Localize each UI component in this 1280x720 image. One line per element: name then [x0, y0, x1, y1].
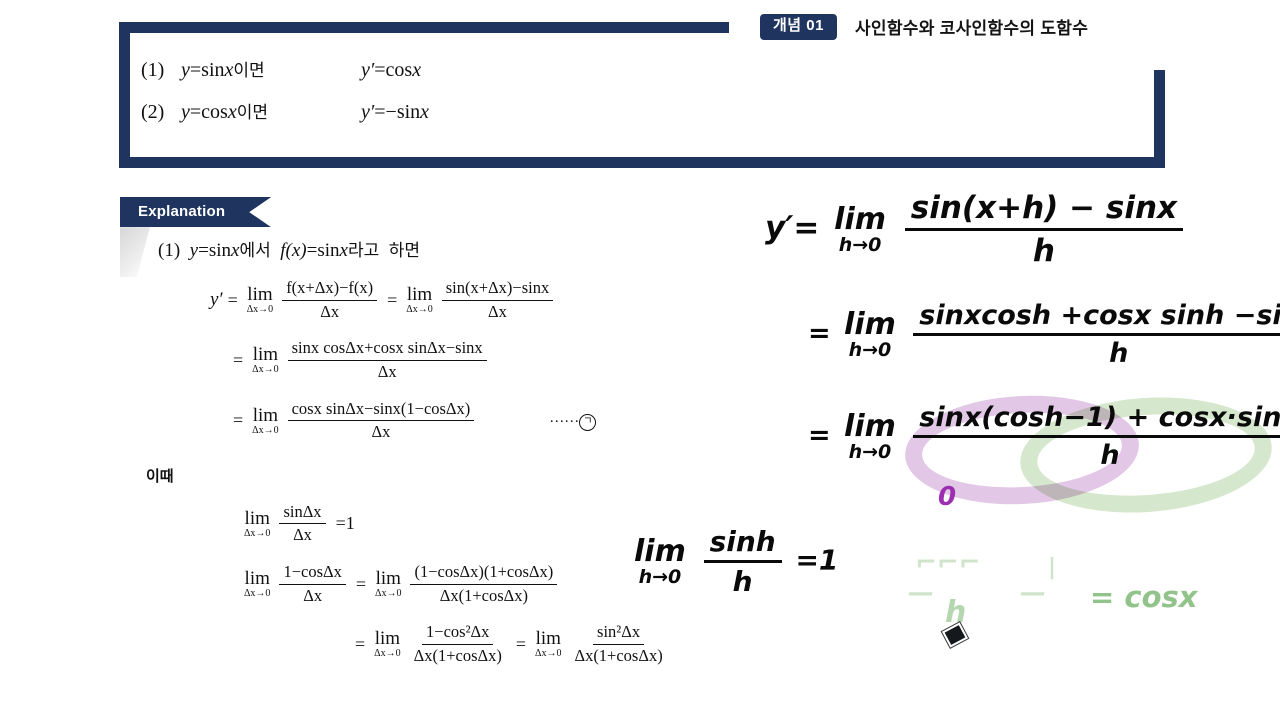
limit-operator: lim Δx→0 [244, 507, 271, 539]
fraction: sinx cosΔx+cosx sinΔx−sinx Δx [287, 338, 487, 382]
handwriting-line-3-lhs: = [808, 420, 831, 451]
limit-operator: lim Δx→0 [244, 568, 271, 600]
formula-box: (1) y=sinx이면 y′=cosx (2) y=cosx이면 y′=−si… [119, 22, 1165, 168]
equation-row-1: y′ = lim Δx→0 f(x+Δx)−f(x) Δx = lim Δx→0… [210, 278, 770, 322]
handwriting-line-1: y′= lim h→0 sin(x+h) − sinx h [765, 190, 1187, 269]
handwriting-line-1-lhs: y′= [765, 210, 820, 246]
handwriting-fraction-2: sinxcosh +cosx sinh −sinx h [913, 300, 1280, 369]
formula-row-2-lhs: y=cosx이면 [181, 101, 269, 123]
formula-row-2-rhs: y′=−sinx [361, 101, 430, 123]
formula-row-1-lhs: y=sinx이면 [181, 59, 265, 81]
purple-zero-note: 0 [938, 482, 957, 512]
handwriting-fraction-1: sin(x+h) − sinx h [904, 190, 1184, 269]
formula-box-left-bar [119, 22, 130, 168]
faded-handwriting-stroke-c: — [1020, 578, 1046, 608]
banner-shadow [120, 227, 150, 278]
reference-mark: …… ㄱ [549, 410, 597, 432]
equation-row-2: = lim Δx→0 sinx cosΔx+cosx sinΔx−sinx Δx [228, 338, 770, 382]
handwriting-limit-2: lim h→0 [844, 306, 896, 361]
fraction: (1−cosΔx)(1+cosΔx) Δx(1+cosΔx) [410, 562, 558, 606]
explanation-body: (1) y=sinx에서 f(x)=sinx라고 하면 y′ = lim Δx→… [146, 236, 770, 667]
handwriting-line-2-lhs: = [808, 318, 831, 349]
limit-operator: lim Δx→0 [374, 628, 401, 660]
limit-operator: lim Δx→0 [535, 628, 562, 660]
handwriting-limit-1: lim h→0 [834, 201, 886, 256]
equation-row-3: = lim Δx→0 cosx sinΔx−sinx(1−cosΔx) Δx …… [228, 399, 770, 443]
formula-row-1-rhs: y′=cosx [361, 59, 422, 81]
fraction: f(x+Δx)−f(x) Δx [282, 278, 378, 322]
formula-box-bottom-bar [119, 157, 1165, 168]
faded-handwriting-stroke-d: | [1048, 555, 1057, 580]
fraction: 1−cosΔx Δx [279, 562, 346, 606]
handwriting-line-3: = lim h→0 sinx(cosh−1) + cosx·sinh h [808, 402, 1280, 471]
fraction: sin²Δx Δx(1+cosΔx) [574, 622, 663, 665]
formula-row-1-number: (1) [141, 59, 165, 81]
faded-handwriting-stroke-b: — [908, 578, 934, 608]
formula-box-right-bar [1154, 70, 1165, 168]
fraction: sin(x+Δx)−sinx Δx [441, 278, 554, 322]
banner-notch-icon [249, 197, 272, 228]
limit-operator: lim Δx→0 [252, 344, 279, 376]
handwriting-limit-3: lim h→0 [844, 408, 896, 463]
limit-operator: lim Δx→0 [406, 284, 433, 316]
explanation-banner-wrap: Explanation [120, 197, 272, 278]
formula-row-2: (2) y=cosx이면 y′=−sinx [141, 98, 1145, 124]
handwriting-line-4: lim h→0 sinh h =1 [630, 525, 838, 598]
explanation-banner: Explanation [120, 197, 272, 228]
explanation-intro-line: (1) y=sinx에서 f(x)=sinx라고 하면 [158, 240, 420, 261]
handwriting-fraction-4: sinh h [703, 525, 782, 598]
formula-box-content: (1) y=sinx이면 y′=cosx (2) y=cosx이면 y′=−si… [141, 56, 1145, 150]
slide-canvas: 개념 01 사인함수와 코사인함수의 도함수 (1) y=sinx이면 y′=c… [0, 0, 1280, 720]
explanation-banner-label: Explanation [138, 203, 226, 220]
equation-4-tail: =1 [335, 513, 355, 534]
formula-row-1: (1) y=sinx이면 y′=cosx [141, 56, 1145, 82]
formula-box-top-bar [119, 22, 729, 33]
fraction: 1−cos²Δx Δx(1+cosΔx) [413, 622, 502, 665]
circled-letter-icon: ㄱ [579, 414, 597, 432]
handwriting-fraction-3: sinx(cosh−1) + cosx·sinh h [913, 402, 1280, 471]
handwriting-limit-4: lim h→0 [634, 533, 686, 588]
faded-handwriting-stroke-a: ⌐⌐⌐ [915, 548, 981, 578]
limit-operator: lim Δx→0 [375, 568, 402, 600]
handwriting-line-2: = lim h→0 sinxcosh +cosx sinh −sinx h [808, 300, 1280, 369]
equation-row-6: = lim Δx→0 1−cos²Δx Δx(1+cosΔx) = lim Δx… [350, 622, 770, 666]
fraction: cosx sinΔx−sinx(1−cosΔx) Δx [287, 399, 475, 443]
itae-label: 이때 [146, 467, 174, 485]
handwriting-line-4-tail: =1 [795, 543, 839, 577]
formula-row-2-number: (2) [141, 101, 165, 123]
limit-operator: lim Δx→0 [246, 284, 274, 316]
fraction: sinΔx Δx [279, 502, 326, 546]
faded-handwriting-result: = cosx [1090, 580, 1198, 614]
limit-operator: lim Δx→0 [252, 404, 279, 436]
